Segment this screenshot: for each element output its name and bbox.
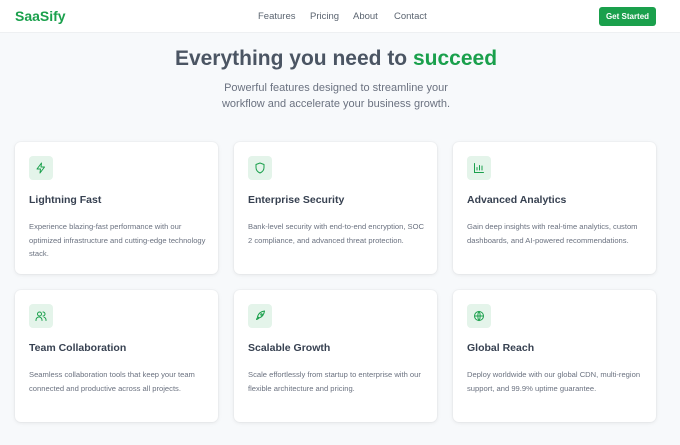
feature-title: Team Collaboration	[29, 342, 127, 354]
hero-title-prefix: Everything you need to	[174, 47, 413, 70]
feature-card-global-reach: Global Reach Deploy worldwide with our g…	[453, 290, 656, 422]
globe-icon	[467, 304, 491, 328]
hero-subtitle: Powerful features designed to streamline…	[221, 82, 451, 110]
logo[interactable]: SaaSify	[15, 8, 66, 24]
feature-description: Seamless collaboration tools that keep y…	[29, 370, 195, 393]
feature-title: Advanced Analytics	[467, 194, 567, 206]
feature-title: Global Reach	[467, 342, 535, 354]
hero-title: Everything you need to succeed	[0, 47, 672, 71]
lightning-icon	[29, 156, 53, 180]
shield-icon	[248, 156, 272, 180]
get-started-button[interactable]: Get Started	[599, 7, 656, 26]
feature-card-enterprise-security: Enterprise Security Bank-level security …	[234, 142, 437, 274]
feature-description: Scale effortlessly from startup to enter…	[248, 370, 421, 393]
feature-title: Enterprise Security	[248, 194, 345, 206]
nav-link-contact[interactable]: Contact	[394, 11, 427, 22]
rocket-icon	[248, 304, 272, 328]
bar-chart-icon	[467, 156, 491, 180]
feature-description: Experience blazing-fast performance with…	[29, 222, 206, 258]
feature-card-scalable-growth: Scalable Growth Scale effortlessly from …	[234, 290, 437, 422]
nav-link-about[interactable]: About	[353, 11, 378, 22]
feature-title: Scalable Growth	[248, 342, 331, 354]
feature-description: Gain deep insights with real-time analyt…	[467, 222, 638, 245]
feature-title: Lightning Fast	[29, 194, 102, 206]
feature-card-lightning-fast: Lightning Fast Experience blazing-fast p…	[15, 142, 218, 274]
feature-card-team-collaboration: Team Collaboration Seamless collaboratio…	[15, 290, 218, 422]
nav-link-features[interactable]: Features	[258, 11, 296, 22]
feature-card-advanced-analytics: Advanced Analytics Gain deep insights wi…	[453, 142, 656, 274]
top-navbar: SaaSify Features Pricing About Contact G…	[0, 0, 680, 33]
users-icon	[29, 304, 53, 328]
hero-title-accent: succeed	[412, 47, 498, 70]
feature-description: Deploy worldwide with our global CDN, mu…	[467, 370, 641, 393]
feature-description: Bank-level security with end-to-end encr…	[248, 222, 425, 245]
nav-link-pricing[interactable]: Pricing	[310, 11, 339, 22]
